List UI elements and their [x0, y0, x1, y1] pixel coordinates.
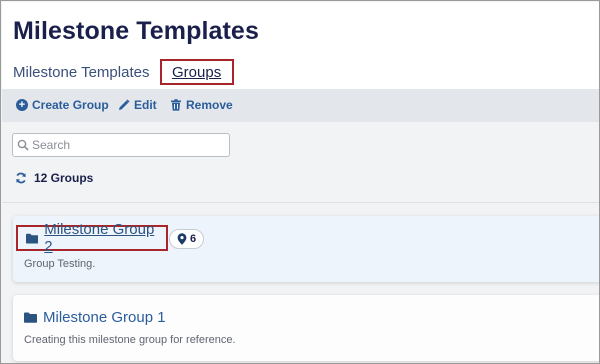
divider [2, 202, 599, 203]
group-count: 12 Groups [15, 171, 93, 185]
refresh-icon[interactable] [15, 172, 27, 184]
toolbar: + Create Group Edit Remove [2, 89, 599, 122]
page-title: Milestone Templates [13, 17, 259, 45]
page-header: Milestone Templates Milestone Templates … [2, 2, 599, 89]
group-name-link[interactable]: Milestone Group 1 [43, 309, 166, 326]
tab-groups-label: Groups [172, 64, 222, 81]
search-box [12, 133, 230, 157]
group-card[interactable]: Milestone Group 1 Creating this mileston… [13, 295, 599, 361]
remove-label: Remove [186, 98, 233, 112]
remove-button[interactable]: Remove [170, 98, 233, 112]
group-card[interactable]: Milestone Group 2 6 Group Testing. [13, 216, 599, 282]
create-group-button[interactable]: + Create Group [16, 98, 109, 112]
search-input[interactable] [29, 138, 219, 152]
map-marker-icon [177, 233, 187, 245]
milestone-count: 6 [190, 233, 197, 245]
plus-circle-icon: + [16, 99, 28, 111]
group-description: Creating this milestone group for refere… [24, 334, 236, 346]
group-count-label: 12 Groups [34, 171, 94, 185]
pencil-icon [119, 99, 130, 110]
edit-button[interactable]: Edit [118, 98, 157, 112]
folder-icon [24, 312, 37, 323]
tab-milestone-templates[interactable]: Milestone Templates [13, 64, 149, 81]
group-title-row: Milestone Group 2 [16, 221, 168, 255]
milestone-count-badge: 6 [169, 229, 205, 249]
trash-icon [171, 99, 181, 111]
tab-groups[interactable]: Groups [160, 59, 234, 85]
app-window: Milestone Templates Milestone Templates … [0, 0, 600, 364]
create-group-label: Create Group [32, 98, 109, 112]
search-icon [17, 139, 29, 151]
group-name-link[interactable]: Milestone Group 2 [44, 221, 160, 255]
folder-icon [26, 233, 39, 244]
edit-label: Edit [134, 98, 157, 112]
group-description: Group Testing. [24, 258, 96, 270]
group-title-row: Milestone Group 1 [16, 304, 172, 330]
